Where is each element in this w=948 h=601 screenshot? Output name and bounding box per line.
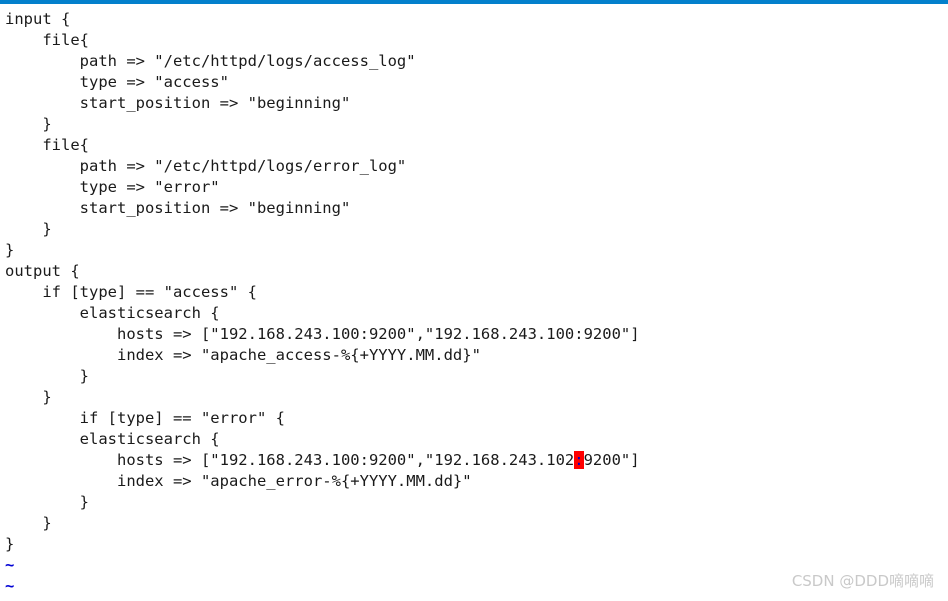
code-line: if [type] == "error" { (5, 409, 285, 427)
code-line: index => "apache_error-%{+YYYY.MM.dd}" (5, 472, 472, 490)
code-line: start_position => "beginning" (5, 199, 351, 217)
code-line: hosts => ["192.168.243.100:9200","192.16… (5, 325, 640, 343)
code-line: } (5, 367, 89, 385)
code-line-with-cursor: hosts => ["192.168.243.100:9200","192.16… (5, 450, 948, 471)
code-line: elasticsearch { (5, 304, 220, 322)
code-line: type => "access" (5, 73, 229, 91)
watermark-text: CSDN @DDD嘀嘀嘀 (791, 572, 934, 590)
code-line: output { (5, 262, 80, 280)
code-line: } (5, 514, 52, 532)
code-line: file{ (5, 136, 89, 154)
code-line: input { (5, 10, 71, 28)
code-line: path => "/etc/httpd/logs/error_log" (5, 157, 407, 175)
code-line: path => "/etc/httpd/logs/access_log" (5, 52, 416, 70)
code-line: type => "error" (5, 178, 220, 196)
text-cursor[interactable]: : (574, 451, 584, 469)
code-line: elasticsearch { (5, 430, 220, 448)
code-line: } (5, 493, 89, 511)
code-line: } (5, 535, 15, 553)
code-line: start_position => "beginning" (5, 94, 351, 112)
code-text-after-cursor: 9200"] (583, 451, 640, 469)
code-line: index => "apache_access-%{+YYYY.MM.dd}" (5, 346, 481, 364)
code-line: } (5, 388, 52, 406)
vim-editor-buffer[interactable]: input { file{ path => "/etc/httpd/logs/a… (0, 4, 948, 601)
code-text-before-cursor: hosts => ["192.168.243.100:9200","192.16… (5, 451, 575, 469)
code-line: } (5, 241, 15, 259)
code-line: file{ (5, 31, 89, 49)
code-line: } (5, 220, 52, 238)
code-line: } (5, 115, 52, 133)
code-line: if [type] == "access" { (5, 283, 257, 301)
terminal-window: input { file{ path => "/etc/httpd/logs/a… (0, 0, 948, 601)
